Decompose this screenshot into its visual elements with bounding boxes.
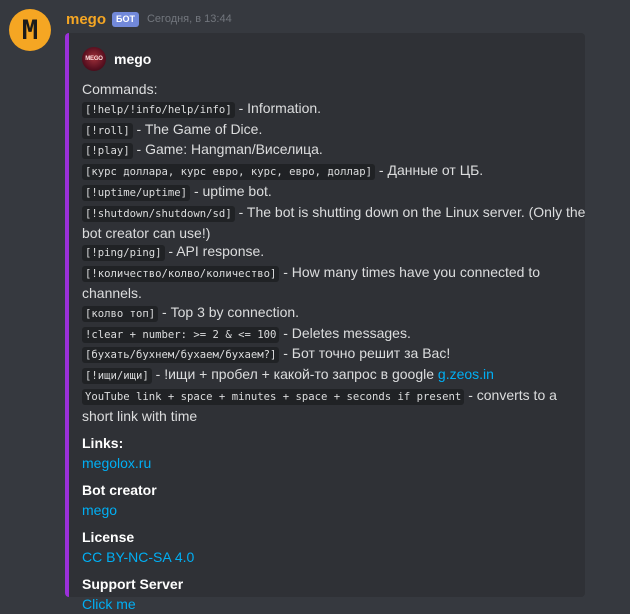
support-server-link[interactable]: Click me (82, 596, 136, 612)
license-link[interactable]: CC BY-NC-SA 4.0 (82, 549, 194, 565)
command-desc: - How many times have you connected to (279, 264, 541, 281)
command-clear: !clear + number: >= 2 & <= 100 - Deletes… (82, 324, 573, 345)
command-desc: - The Game of Dice. (132, 120, 263, 137)
command-top: [колво топ] - Top 3 by connection. (82, 303, 573, 324)
command-code: [курс доллара, курс евро, курс, евро, до… (82, 164, 376, 181)
command-desc: - uptime bot. (190, 182, 272, 199)
command-desc: - API response. (164, 243, 265, 260)
website-link[interactable]: megolox.ru (82, 455, 151, 471)
command-count: [!количество/колво/количество] - How man… (82, 263, 573, 284)
field-bot-creator: Bot creator mego (82, 481, 573, 520)
bot-username[interactable]: mego (66, 11, 106, 28)
command-code: [!количество/колво/количество] (82, 266, 280, 283)
command-code: [!uptime/uptime] (82, 184, 191, 201)
command-desc: - Данные от ЦБ. (375, 162, 484, 179)
command-search: [!ищи/ищи] - !ищи + пробел + какой-то за… (82, 365, 573, 386)
field-name: License (82, 528, 135, 545)
author-icon-text: MEGO (85, 56, 103, 62)
command-desc: - converts to a (464, 386, 557, 403)
command-play: [!play] - Game: Hangman/Виселица. (82, 140, 573, 161)
command-help: [!help/!info/help/info] - Information. (82, 99, 573, 120)
field-license: License CC BY-NC-SA 4.0 (82, 528, 573, 567)
command-code: YouTube link + space + minutes + space +… (82, 388, 465, 405)
zeos-link[interactable]: g.zeos.in (438, 366, 494, 382)
avatar-letter: M (21, 14, 39, 46)
message-timestamp: Сегодня, в 13:44 (146, 13, 232, 25)
command-code: [!ищи/ищи] (82, 368, 152, 385)
embed-author: MEGO mego (82, 46, 573, 72)
command-desc: - The bot is shutting down on the Linux … (234, 203, 586, 220)
command-code: [!play] (82, 143, 133, 160)
command-desc: - Information. (234, 99, 322, 116)
command-desc: - Game: Hangman/Виселица. (132, 141, 323, 158)
command-desc: - Top 3 by connection. (158, 303, 300, 320)
command-code: [!shutdown/shutdown/sd] (82, 205, 235, 222)
field-name: Bot creator (82, 481, 157, 498)
command-youtube: YouTube link + space + minutes + space +… (82, 386, 573, 407)
command-ping: [!ping/ping] - API response. (82, 242, 573, 263)
help-embed: MEGO mego Commands: [!help/!info/help/in… (65, 33, 585, 612)
command-code: [бухать/бухнем/бухаем/бухаем?] (82, 347, 280, 364)
field-name: Links: (82, 434, 124, 451)
command-shutdown: [!shutdown/shutdown/sd] - The bot is shu… (82, 203, 585, 224)
creator-link[interactable]: mego (82, 502, 117, 518)
command-drink: [бухать/бухнем/бухаем/бухаем?] - Бот точ… (82, 344, 573, 365)
command-currency: [курс доллара, курс евро, курс, евро, до… (82, 161, 573, 182)
command-code: [колво топ] (82, 305, 159, 322)
command-youtube-cont: short link with time (82, 407, 198, 424)
command-desc: - !ищи + пробел + какой-то запрос в goog… (151, 366, 438, 383)
bot-avatar[interactable]: M (9, 9, 51, 51)
command-roll: [!roll] - The Game of Dice. (82, 120, 573, 141)
command-code: !clear + number: >= 2 & <= 100 (82, 326, 280, 343)
field-links: Links: megolox.ru (82, 434, 573, 473)
command-count-cont: channels. (82, 284, 142, 301)
bot-tag-badge: БОТ (112, 11, 139, 27)
author-icon: MEGO (82, 47, 106, 71)
embed-description: Commands: [!help/!info/help/info] - Info… (82, 80, 585, 426)
command-code: [!help/!info/help/info] (82, 101, 235, 118)
command-desc: - Бот точно решит за Вас! (279, 345, 451, 362)
field-name: Support Server (82, 575, 184, 592)
command-code: [!roll] (82, 122, 133, 139)
command-uptime: [!uptime/uptime] - uptime bot. (82, 182, 573, 203)
author-name: mego (114, 51, 152, 67)
field-support-server: Support Server Click me (82, 575, 573, 614)
command-shutdown-cont: bot creator can use!) (82, 224, 211, 241)
command-desc: - Deletes messages. (279, 324, 411, 341)
command-code: [!ping/ping] (82, 245, 165, 262)
commands-title: Commands: (82, 81, 158, 97)
message-header: mego БОТ Сегодня, в 13:44 (66, 10, 232, 28)
